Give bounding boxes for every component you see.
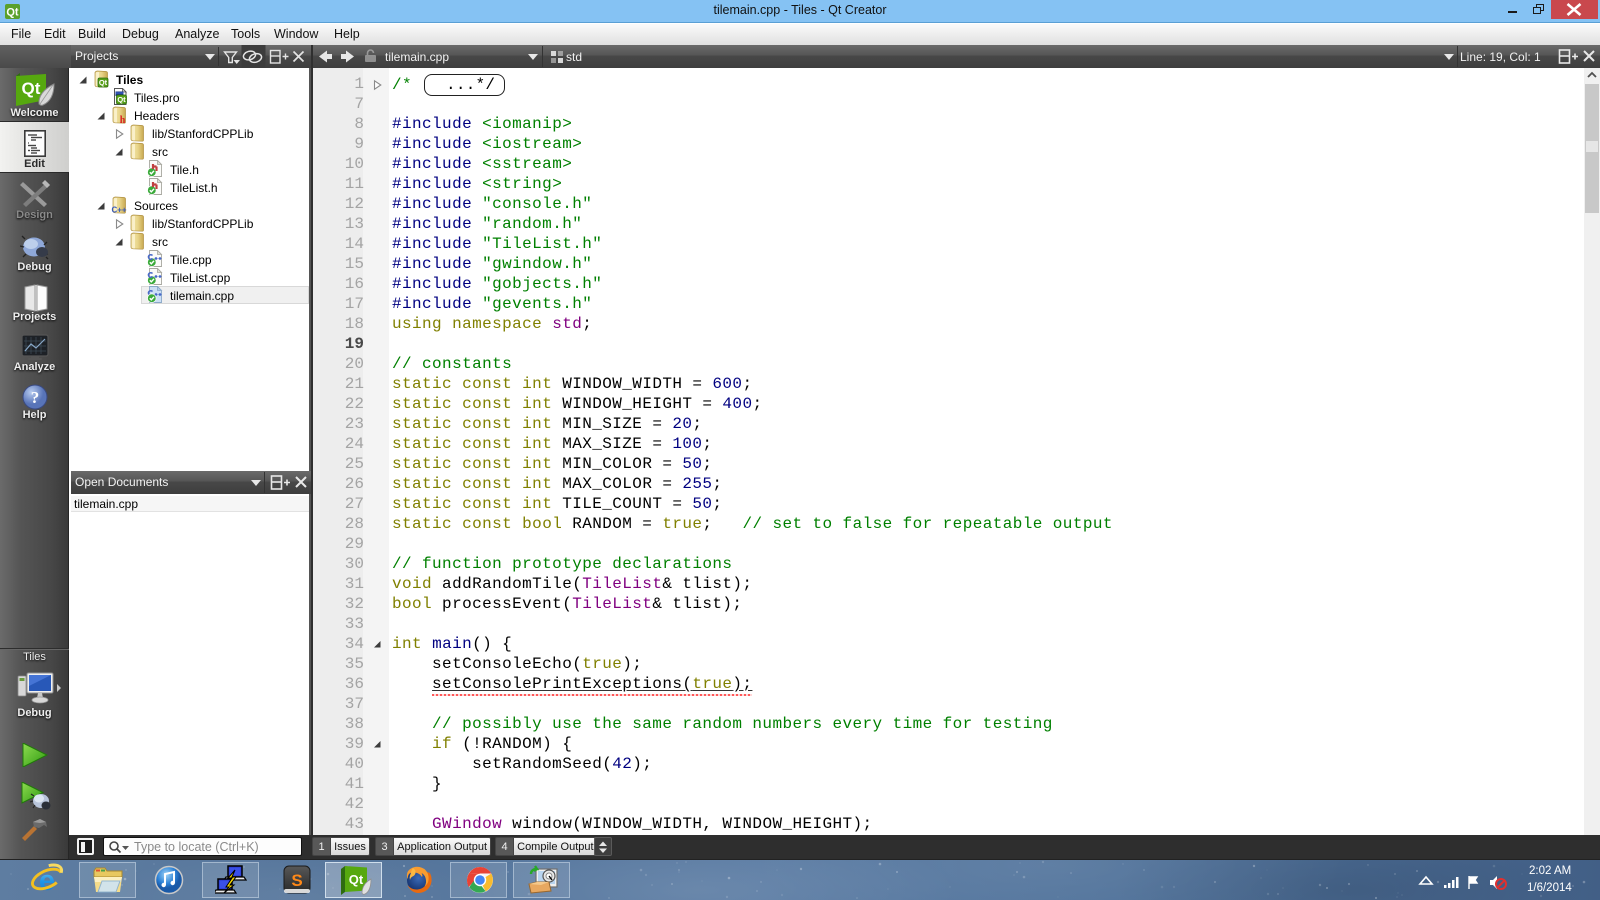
svg-text:std: std xyxy=(566,50,582,64)
svg-text:?: ? xyxy=(31,388,40,407)
svg-text:C++: C++ xyxy=(111,206,126,215)
svg-text:Line: 19, Col: 1: Line: 19, Col: 1 xyxy=(1460,50,1541,64)
svg-text:S: S xyxy=(291,871,302,890)
svg-text:h: h xyxy=(120,115,126,124)
svg-text:Qt: Qt xyxy=(349,872,364,887)
svg-text:Qt: Qt xyxy=(117,95,126,104)
svg-text:Qt: Qt xyxy=(99,78,108,87)
svg-text:tilemain.cpp: tilemain.cpp xyxy=(385,50,449,64)
svg-text:Qt: Qt xyxy=(6,7,19,19)
svg-text:Qt: Qt xyxy=(22,79,41,98)
